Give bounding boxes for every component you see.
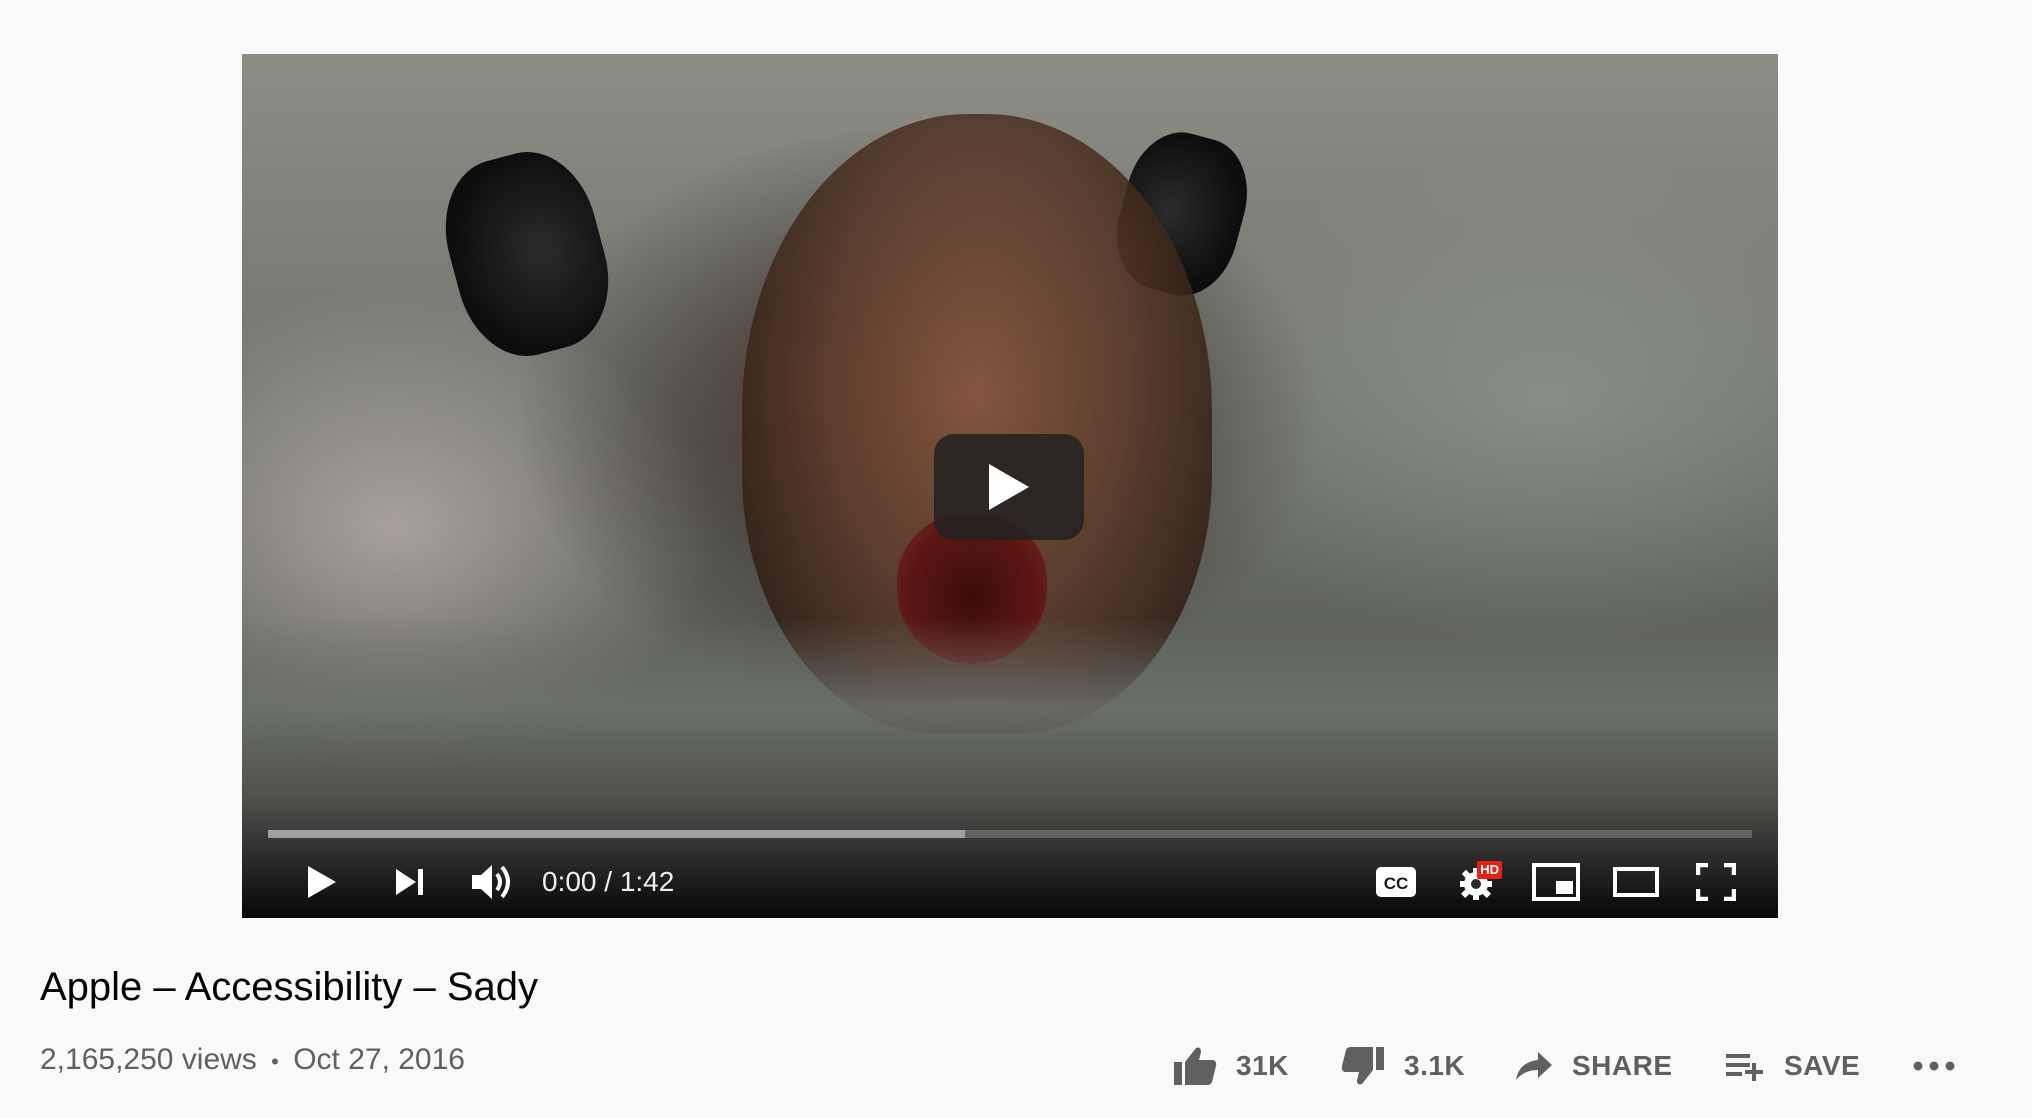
save-button[interactable]: SAVE bbox=[1724, 1038, 1860, 1094]
video-title: Apple – Accessibility – Sady bbox=[40, 965, 539, 1009]
volume-button[interactable] bbox=[462, 846, 522, 918]
video-scene-headphone-left bbox=[428, 137, 626, 371]
watch-page: 0:00 / 1:42 CC HD Apple – Accessibility … bbox=[0, 0, 2032, 1118]
hd-badge: HD bbox=[1477, 861, 1502, 879]
playlist-add-icon bbox=[1726, 1054, 1763, 1081]
theater-mode-icon bbox=[1613, 867, 1659, 897]
large-play-button[interactable] bbox=[934, 434, 1084, 540]
share-arrow-icon bbox=[1516, 1052, 1552, 1080]
play-icon bbox=[989, 464, 1029, 510]
svg-text:CC: CC bbox=[1384, 874, 1409, 893]
player-controls: 0:00 / 1:42 CC HD bbox=[242, 846, 1778, 918]
more-horizontal-icon bbox=[1913, 1061, 1955, 1071]
theater-mode-button[interactable] bbox=[1604, 846, 1668, 918]
thumbs-up-icon bbox=[1174, 1047, 1217, 1085]
dislike-count: 3.1K bbox=[1404, 1050, 1466, 1081]
next-button[interactable] bbox=[382, 846, 438, 918]
like-count: 31K bbox=[1236, 1050, 1289, 1081]
progress-buffered bbox=[268, 830, 966, 838]
miniplayer-icon bbox=[1532, 863, 1580, 901]
play-icon bbox=[308, 866, 336, 898]
captions-icon: CC bbox=[1376, 867, 1416, 897]
like-button[interactable]: 31K bbox=[1172, 1038, 1289, 1094]
skip-next-icon bbox=[396, 869, 423, 895]
fullscreen-icon bbox=[1696, 863, 1736, 901]
share-button[interactable]: SHARE bbox=[1514, 1038, 1673, 1094]
time-display: 0:00 / 1:42 bbox=[542, 866, 675, 897]
save-label: SAVE bbox=[1784, 1050, 1861, 1081]
share-label: SHARE bbox=[1572, 1050, 1673, 1081]
progress-bar[interactable] bbox=[268, 830, 1752, 838]
more-actions-button[interactable] bbox=[1912, 1038, 1956, 1094]
miniplayer-button[interactable] bbox=[1524, 846, 1588, 918]
fullscreen-button[interactable] bbox=[1684, 846, 1748, 918]
settings-button[interactable]: HD bbox=[1444, 846, 1508, 918]
volume-icon bbox=[472, 865, 510, 899]
video-player[interactable]: 0:00 / 1:42 CC HD bbox=[242, 54, 1778, 918]
captions-button[interactable]: CC bbox=[1364, 846, 1428, 918]
video-actions: 31K 3.1K SHARE SAVE bbox=[0, 1038, 2032, 1094]
play-button[interactable] bbox=[294, 846, 350, 918]
dislike-button[interactable]: 3.1K bbox=[1340, 1038, 1465, 1094]
thumbs-down-icon bbox=[1341, 1047, 1384, 1085]
